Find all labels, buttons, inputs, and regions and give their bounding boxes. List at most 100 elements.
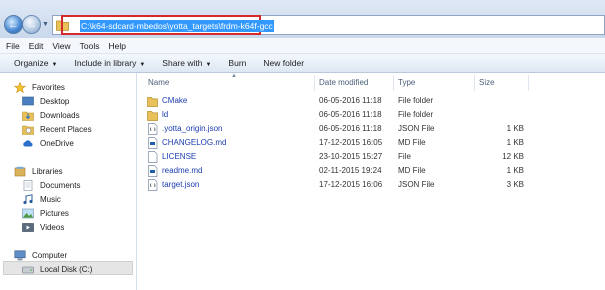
nav-libraries[interactable]: Libraries	[14, 165, 63, 178]
file-row[interactable]: CHANGELOG.md 17-12-2015 16:05 MD File 1 KB	[138, 136, 605, 150]
file-date-modified: 02-11-2015 19:24	[319, 166, 382, 175]
chevron-down-icon: ▼	[139, 62, 146, 68]
nav-item-label: Recent Places	[40, 125, 92, 134]
nav-item-label: Documents	[40, 181, 81, 190]
nav-item-onedrive[interactable]: OneDrive	[22, 137, 74, 150]
cloud-icon	[23, 140, 33, 147]
music-icon	[23, 194, 33, 205]
column-header-size[interactable]: Size	[479, 78, 495, 90]
file-name[interactable]: CHANGELOG.md	[162, 138, 226, 147]
forward-button[interactable]: →	[22, 15, 41, 34]
nav-libraries-label: Libraries	[32, 167, 63, 176]
file-name[interactable]: LICENSE	[162, 152, 196, 161]
nav-favorites[interactable]: Favorites	[14, 81, 65, 94]
file-size: 3 KB	[506, 180, 524, 189]
nav-computer-label: Computer	[32, 251, 68, 260]
column-header-type[interactable]: Type	[398, 78, 415, 90]
organize-label: Organize	[14, 58, 49, 68]
computer-icon	[14, 250, 26, 261]
file-size: 1 KB	[506, 138, 524, 147]
file-date-modified: 17-12-2015 16:06	[319, 180, 383, 189]
new-folder-label: New folder	[263, 58, 305, 68]
share-with-button[interactable]: Share with ▼	[162, 58, 211, 68]
nav-item-local-disk-c[interactable]: Local Disk (C:)	[22, 263, 92, 276]
nav-item-desktop[interactable]: Desktop	[22, 95, 69, 108]
column-separator[interactable]	[528, 75, 529, 91]
file-type: MD File	[398, 166, 426, 175]
nav-item-label: Downloads	[40, 111, 80, 120]
star-icon	[14, 82, 26, 93]
nav-favorites-label: Favorites	[32, 83, 65, 92]
address-input[interactable]: C:\k64-sdcard-mbedos\yotta_targets\frdm-…	[52, 15, 605, 35]
md-file-icon	[148, 165, 158, 177]
column-header-date-modified[interactable]: Date modified	[319, 78, 368, 90]
file-row[interactable]: CMake 06-05-2016 11:18 File folder	[138, 94, 605, 108]
column-separator[interactable]	[314, 75, 315, 91]
file-size: 1 KB	[506, 124, 524, 133]
file-name[interactable]: readme.md	[162, 166, 202, 175]
pictures-icon	[22, 208, 34, 219]
column-separator[interactable]	[393, 75, 394, 91]
menu-view[interactable]: View	[52, 41, 70, 51]
file-name[interactable]: target.json	[162, 180, 199, 189]
json-file-icon	[148, 123, 158, 135]
file-list-pane: ▲ Name Date modified Type Size CMake 06-0…	[138, 73, 605, 290]
desktop-icon	[22, 96, 34, 106]
documents-icon	[23, 180, 33, 191]
nav-item-music[interactable]: Music	[22, 193, 61, 206]
file-row[interactable]: LICENSE 23-10-2015 15:27 File 12 KB	[138, 150, 605, 164]
file-row[interactable]: ld 06-05-2016 11:18 File folder	[138, 108, 605, 122]
nav-item-downloads[interactable]: Downloads	[22, 109, 80, 122]
nav-item-documents[interactable]: Documents	[22, 179, 80, 192]
file-icon	[148, 151, 158, 163]
column-header-name[interactable]: Name	[148, 78, 169, 90]
address-bar-row: ← → ▼ C:\k64-sdcard-mbedos\yotta_targets…	[0, 0, 605, 38]
downloads-icon	[22, 111, 34, 121]
file-row[interactable]: target.json 17-12-2015 16:06 JSON File 3 KB	[138, 178, 605, 192]
organize-button[interactable]: Organize ▼	[14, 58, 57, 68]
menu-tools[interactable]: Tools	[80, 41, 100, 51]
address-path[interactable]: C:\k64-sdcard-mbedos\yotta_targets\frdm-…	[80, 20, 274, 32]
include-in-library-button[interactable]: Include in library ▼	[74, 58, 145, 68]
back-arrow-icon: ←	[8, 18, 19, 31]
file-type: File	[398, 152, 411, 161]
nav-item-recent-places[interactable]: Recent Places	[22, 123, 92, 136]
file-name[interactable]: .yotta_origin.json	[162, 124, 222, 133]
new-folder-button[interactable]: New folder	[263, 58, 304, 68]
nav-item-label: Pictures	[40, 209, 69, 218]
menu-help[interactable]: Help	[108, 41, 125, 51]
nav-computer[interactable]: Computer	[14, 249, 67, 262]
nav-item-label: Local Disk (C:)	[40, 265, 93, 274]
include-in-library-label: Include in library	[74, 58, 137, 68]
menu-edit[interactable]: Edit	[29, 41, 44, 51]
menu-file[interactable]: File	[6, 41, 20, 51]
menu-bar: File Edit View Tools Help	[0, 38, 605, 54]
share-with-label: Share with	[162, 58, 203, 68]
nav-item-pictures[interactable]: Pictures	[22, 207, 69, 220]
file-type: File folder	[398, 110, 434, 119]
nav-item-label: Desktop	[40, 97, 70, 106]
file-date-modified: 06-05-2016 11:18	[319, 96, 382, 105]
file-row[interactable]: readme.md 02-11-2015 19:24 MD File 1 KB	[138, 164, 605, 178]
videos-icon	[22, 223, 34, 232]
nav-item-label: Music	[40, 195, 61, 204]
nav-item-label: Videos	[40, 223, 65, 232]
md-file-icon	[148, 137, 158, 149]
nav-item-label: OneDrive	[40, 139, 74, 148]
file-name[interactable]: CMake	[162, 96, 187, 105]
column-separator[interactable]	[474, 75, 475, 91]
file-size: 1 KB	[506, 166, 524, 175]
libraries-icon	[14, 166, 26, 177]
back-button[interactable]: ←	[4, 15, 23, 34]
file-date-modified: 23-10-2015 15:27	[319, 152, 383, 161]
sort-caret-icon: ▲	[231, 73, 237, 79]
file-type: JSON File	[398, 180, 435, 189]
recent-places-icon	[22, 125, 34, 135]
recent-pages-dropdown-icon[interactable]: ▼	[42, 21, 49, 28]
forward-arrow-icon: →	[26, 18, 37, 31]
burn-button[interactable]: Burn	[228, 58, 246, 68]
nav-item-videos[interactable]: Videos	[22, 221, 64, 234]
command-bar: Organize ▼ Include in library ▼ Share with…	[0, 54, 605, 73]
file-name[interactable]: ld	[162, 110, 168, 119]
file-row[interactable]: .yotta_origin.json 06-05-2016 11:18 JSON F…	[138, 122, 605, 136]
